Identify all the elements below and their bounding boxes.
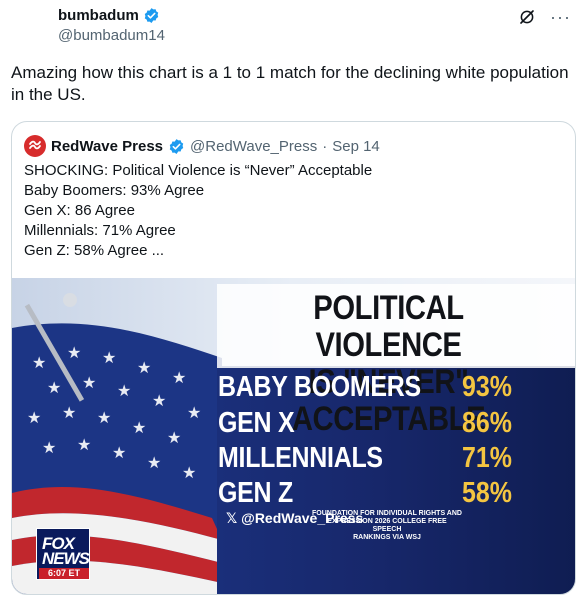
graphic-row-label: MILLENNIALS bbox=[218, 442, 383, 474]
svg-text:★: ★ bbox=[62, 405, 76, 422]
svg-text:★: ★ bbox=[112, 445, 126, 462]
quote-line: Millennials: 71% Agree bbox=[24, 222, 176, 239]
separator-dot: · bbox=[322, 137, 328, 155]
quote-author-handle[interactable]: @RedWave_Press bbox=[190, 138, 317, 155]
svg-text:★: ★ bbox=[132, 420, 146, 437]
svg-text:★: ★ bbox=[97, 410, 111, 427]
svg-text:★: ★ bbox=[42, 440, 56, 457]
svg-text:★: ★ bbox=[77, 437, 91, 454]
quote-line: Gen X: 86 Agree bbox=[24, 202, 135, 219]
svg-text:★: ★ bbox=[182, 465, 196, 482]
time-stamp: 6:07 ET bbox=[39, 568, 89, 579]
author-handle[interactable]: @bumbadum14 bbox=[58, 27, 165, 44]
graphic-row-value: 58% bbox=[462, 477, 512, 509]
post-text: Amazing how this chart is a 1 to 1 match… bbox=[11, 63, 569, 104]
graphic-row-label: GEN X bbox=[218, 407, 295, 439]
graphic-row-label: BABY BOOMERS bbox=[218, 371, 421, 403]
graphic-title-line: POLITICAL VIOLENCE bbox=[313, 289, 464, 364]
post-author: bumbadum @bumbadum14 bbox=[58, 7, 165, 44]
quote-media-image[interactable]: ★ ★ ★ ★ ★ ★ ★ ★ ★ ★ ★ ★ ★ ★ ★ ★ ★ ★ ★ ★ bbox=[12, 278, 575, 594]
source-line: FOUNDATION FOR INDIVIDUAL RIGHTS AND bbox=[312, 510, 462, 517]
quote-date[interactable]: Sep 14 bbox=[332, 138, 380, 155]
fox-news-wordmark: FOX NEWS bbox=[42, 535, 90, 568]
svg-text:★: ★ bbox=[117, 383, 131, 400]
graphic-row-value: 93% bbox=[462, 371, 512, 403]
svg-text:★: ★ bbox=[67, 345, 81, 362]
quote-author-name[interactable]: RedWave Press bbox=[51, 138, 163, 155]
svg-text:★: ★ bbox=[167, 430, 181, 447]
network-name-line: NEWS bbox=[42, 549, 90, 568]
grok-icon[interactable] bbox=[518, 8, 536, 26]
author-name[interactable]: bumbadum bbox=[58, 7, 139, 24]
source-line: EXPRESSION 2026 COLLEGE FREE SPEECH bbox=[327, 518, 447, 533]
svg-text:★: ★ bbox=[172, 370, 186, 387]
graphic-row-label: GEN Z bbox=[218, 477, 293, 509]
svg-text:★: ★ bbox=[82, 375, 96, 392]
quoted-post[interactable]: RedWave Press @RedWave_Press · Sep 14 SH… bbox=[11, 121, 576, 595]
quote-line: SHOCKING: Political Violence is “Never” … bbox=[24, 162, 373, 179]
avatar-area bbox=[0, 0, 40, 40]
quote-text: SHOCKING: Political Violence is “Never” … bbox=[24, 161, 564, 261]
svg-text:★: ★ bbox=[147, 455, 161, 472]
quote-line: Baby Boomers: 93% Agree bbox=[24, 182, 205, 199]
redwave-logo-icon bbox=[29, 140, 41, 150]
quote-line: Gen Z: 58% Agree ... bbox=[24, 242, 165, 259]
graphic-row-value: 71% bbox=[462, 442, 512, 474]
post-actions: ··· bbox=[518, 8, 571, 26]
source-note: FOUNDATION FOR INDIVIDUAL RIGHTS AND EXP… bbox=[312, 510, 462, 542]
verified-badge-icon bbox=[169, 138, 184, 154]
svg-text:★: ★ bbox=[47, 380, 61, 397]
more-icon[interactable]: ··· bbox=[550, 8, 571, 26]
source-line: RANKINGS VIA WSJ bbox=[353, 534, 421, 541]
svg-text:★: ★ bbox=[102, 350, 116, 367]
verified-badge-icon bbox=[144, 8, 159, 23]
svg-text:★: ★ bbox=[32, 355, 46, 372]
svg-text:★: ★ bbox=[137, 360, 151, 377]
quote-avatar[interactable] bbox=[24, 135, 46, 157]
quote-header: RedWave Press @RedWave_Press · Sep 14 bbox=[24, 135, 380, 157]
graphic-row-value: 86% bbox=[462, 407, 512, 439]
svg-text:★: ★ bbox=[27, 410, 41, 427]
svg-text:★: ★ bbox=[152, 393, 166, 410]
svg-text:★: ★ bbox=[187, 405, 201, 422]
